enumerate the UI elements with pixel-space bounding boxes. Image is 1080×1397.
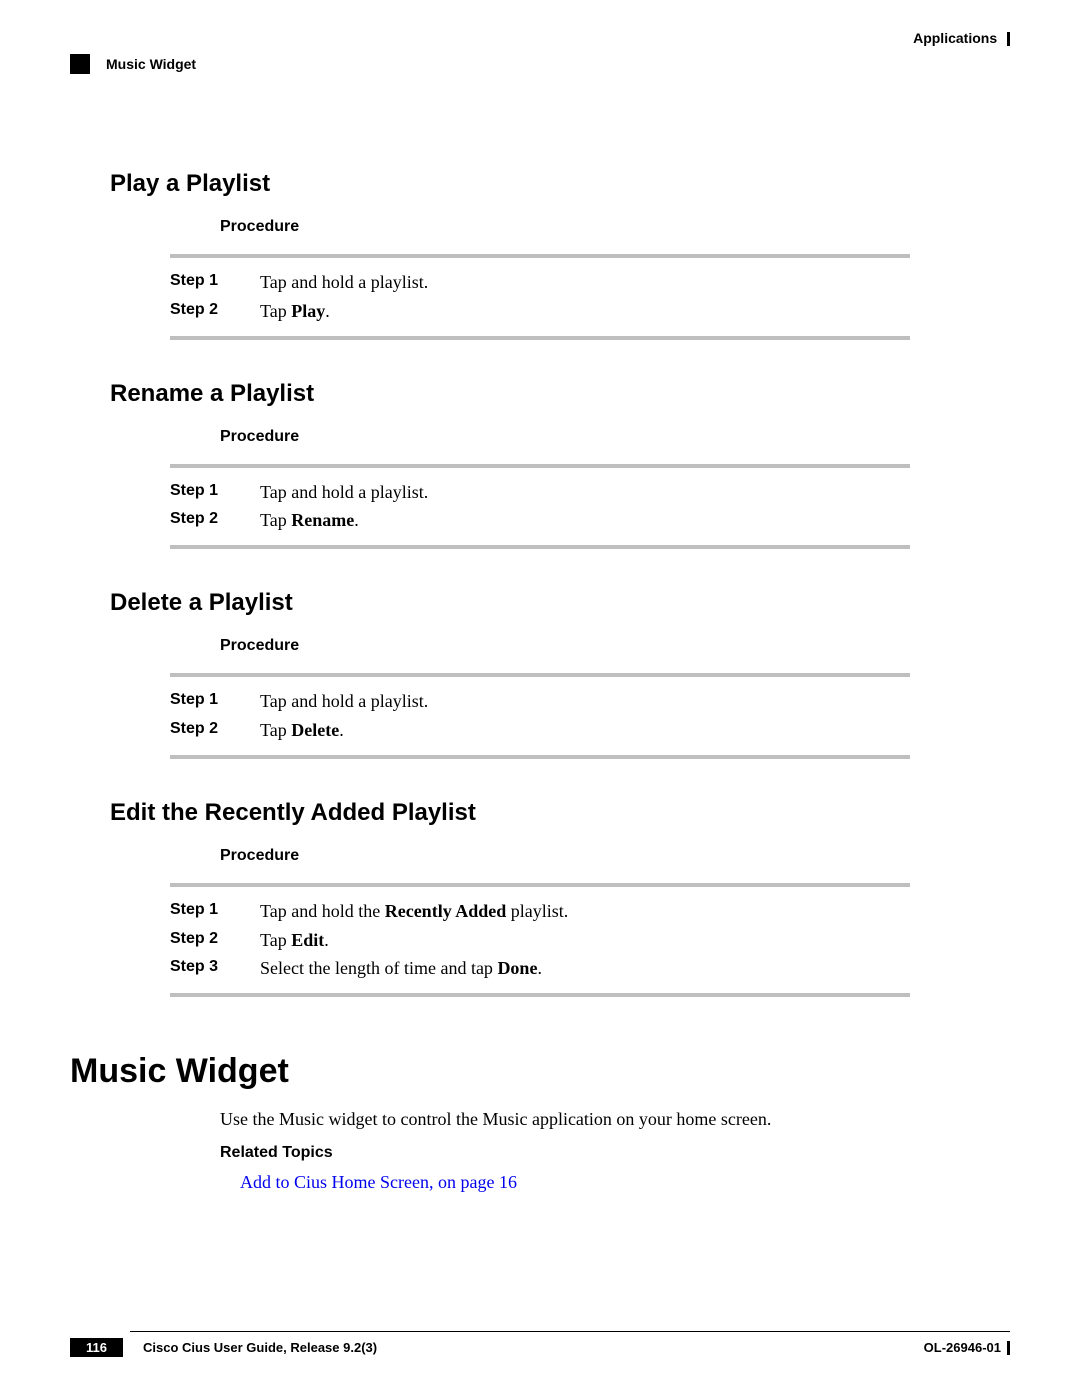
step-row: Step 2 Tap Edit. (170, 926, 910, 955)
page-header: Applications Music Widget (70, 30, 1010, 80)
step-row: Step 2 Tap Rename. (170, 506, 910, 535)
section-rename-playlist: Rename a Playlist Procedure Step 1 Tap a… (70, 380, 1010, 550)
section-edit-recently-added: Edit the Recently Added Playlist Procedu… (70, 799, 1010, 997)
procedure-label: Procedure (220, 847, 1010, 865)
step-text-post: . (339, 720, 344, 740)
step-body: Tap and hold the Recently Added playlist… (260, 897, 910, 926)
footer-right: OL-26946-01 (924, 1340, 1010, 1355)
step-text-bold: Rename (291, 510, 354, 530)
header-chapter: Applications (913, 30, 1010, 46)
step-row: Step 2 Tap Delete. (170, 716, 910, 745)
header-divider-icon (1007, 32, 1010, 46)
page: Applications Music Widget Play a Playlis… (0, 0, 1080, 1397)
section-delete-playlist: Delete a Playlist Procedure Step 1 Tap a… (70, 589, 1010, 759)
step-body: Tap Rename. (260, 506, 910, 535)
step-body: Tap and hold a playlist. (260, 268, 910, 297)
header-breadcrumb: Music Widget (70, 54, 196, 74)
related-topics-label: Related Topics (220, 1144, 1010, 1162)
step-text-bold: Delete (291, 720, 339, 740)
step-text-pre: Tap (260, 720, 291, 740)
step-text-bold: Recently Added (385, 901, 507, 921)
section-body: Use the Music widget to control the Musi… (220, 1109, 1010, 1130)
related-topic-link[interactable]: Add to Cius Home Screen, on page 16 (240, 1172, 1010, 1193)
step-body: Tap Play. (260, 297, 910, 326)
header-breadcrumb-text: Music Widget (106, 56, 196, 72)
step-text-bold: Done (497, 958, 537, 978)
step-body: Tap Delete. (260, 716, 910, 745)
step-body: Tap and hold a playlist. (260, 687, 910, 716)
step-label: Step 2 (170, 506, 260, 535)
header-chapter-text: Applications (913, 30, 997, 46)
step-label: Step 2 (170, 926, 260, 955)
step-label: Step 2 (170, 716, 260, 745)
step-text-pre: Tap (260, 301, 291, 321)
step-body: Tap Edit. (260, 926, 910, 955)
page-number-badge: 116 (70, 1338, 123, 1357)
steps-table: Step 1 Tap and hold the Recently Added p… (170, 883, 910, 997)
header-square-icon (70, 54, 90, 74)
step-row: Step 1 Tap and hold a playlist. (170, 687, 910, 716)
step-row: Step 1 Tap and hold a playlist. (170, 478, 910, 507)
procedure-label: Procedure (220, 428, 1010, 446)
step-text-post: . (324, 930, 329, 950)
step-row: Step 1 Tap and hold the Recently Added p… (170, 897, 910, 926)
step-row: Step 3 Select the length of time and tap… (170, 954, 910, 983)
step-text-post: . (325, 301, 330, 321)
section-title: Play a Playlist (110, 170, 1010, 198)
step-label: Step 3 (170, 954, 260, 983)
step-body: Tap and hold a playlist. (260, 478, 910, 507)
steps-table: Step 1 Tap and hold a playlist. Step 2 T… (170, 464, 910, 550)
section-title: Rename a Playlist (110, 380, 1010, 408)
step-row: Step 2 Tap Play. (170, 297, 910, 326)
step-label: Step 1 (170, 897, 260, 926)
section-music-widget: Music Widget Use the Music widget to con… (70, 1052, 1010, 1193)
steps-table: Step 1 Tap and hold a playlist. Step 2 T… (170, 254, 910, 340)
section-heading: Music Widget (70, 1052, 1010, 1091)
footer-row: 116 Cisco Cius User Guide, Release 9.2(3… (70, 1338, 1010, 1357)
steps-table: Step 1 Tap and hold a playlist. Step 2 T… (170, 673, 910, 759)
step-text-pre: Tap and hold a playlist. (260, 482, 428, 502)
footer-left: 116 Cisco Cius User Guide, Release 9.2(3… (70, 1338, 377, 1357)
step-label: Step 2 (170, 297, 260, 326)
step-row: Step 1 Tap and hold a playlist. (170, 268, 910, 297)
step-text-post: playlist. (506, 901, 568, 921)
step-text-bold: Edit (291, 930, 324, 950)
section-title: Edit the Recently Added Playlist (110, 799, 1010, 827)
footer-doc-title: Cisco Cius User Guide, Release 9.2(3) (143, 1340, 377, 1355)
procedure-label: Procedure (220, 218, 1010, 236)
step-text-pre: Select the length of time and tap (260, 958, 497, 978)
step-label: Step 1 (170, 478, 260, 507)
step-text-pre: Tap and hold the (260, 901, 385, 921)
step-label: Step 1 (170, 687, 260, 716)
step-text-pre: Tap (260, 930, 291, 950)
section-title: Delete a Playlist (110, 589, 1010, 617)
page-footer: 116 Cisco Cius User Guide, Release 9.2(3… (70, 1331, 1010, 1357)
footer-divider-icon (1007, 1341, 1010, 1355)
step-label: Step 1 (170, 268, 260, 297)
section-play-playlist: Play a Playlist Procedure Step 1 Tap and… (70, 170, 1010, 340)
step-text-pre: Tap (260, 510, 291, 530)
step-text-pre: Tap and hold a playlist. (260, 691, 428, 711)
footer-rule (130, 1331, 1010, 1332)
step-text-bold: Play (291, 301, 325, 321)
step-text-post: . (537, 958, 542, 978)
step-text-post: . (354, 510, 359, 530)
procedure-label: Procedure (220, 637, 1010, 655)
step-text-pre: Tap and hold a playlist. (260, 272, 428, 292)
footer-doc-id: OL-26946-01 (924, 1340, 1001, 1355)
step-body: Select the length of time and tap Done. (260, 954, 910, 983)
